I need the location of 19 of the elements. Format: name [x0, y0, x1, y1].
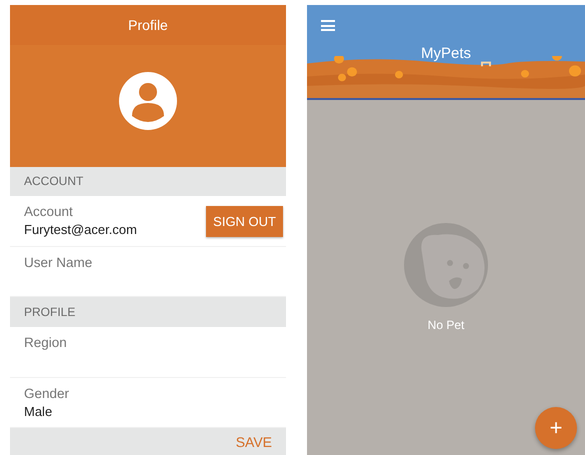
settings-row[interactable]: Account Furytest@acer.com SIGN OUT — [10, 196, 286, 247]
field-label: Region — [24, 335, 67, 350]
field-label: Account — [24, 204, 74, 220]
avatar-icon[interactable] — [119, 72, 177, 130]
pet-face-icon — [404, 223, 488, 307]
field-label: User Name — [24, 254, 92, 270]
sign-out-button[interactable]: SIGN OUT — [206, 206, 283, 238]
app-title: MyPets — [420, 45, 472, 62]
field-value: Furytest@acer.com — [24, 222, 137, 238]
screen-title: Profile — [128, 16, 168, 33]
section-title: PROFILE — [24, 305, 76, 320]
add-button[interactable]: + — [535, 407, 577, 449]
section-title: ACCOUNT — [24, 174, 84, 188]
save-button[interactable]: SAVE — [236, 434, 272, 450]
menu-icon[interactable] — [321, 20, 335, 31]
settings-row[interactable]: Region — [10, 327, 286, 378]
field-value: Male — [24, 404, 54, 419]
empty-message: No Pet — [428, 318, 464, 332]
field-label: Gender — [24, 386, 70, 401]
